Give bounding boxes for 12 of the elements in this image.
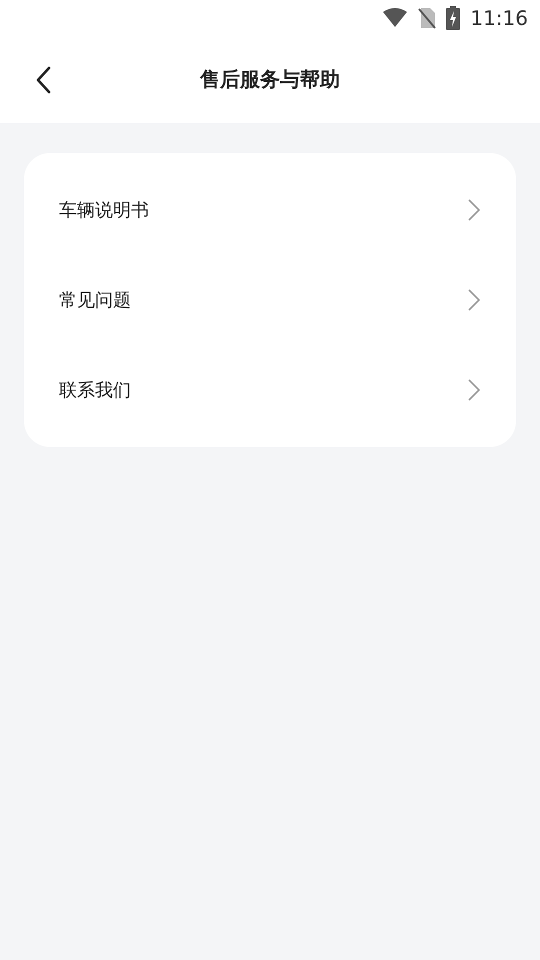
- chevron-right-icon: [468, 379, 480, 401]
- wifi-icon: [382, 8, 408, 28]
- chevron-right-icon: [468, 199, 480, 221]
- status-time: 11:16: [470, 6, 528, 30]
- menu-item[interactable]: 联系我们: [24, 345, 516, 435]
- back-icon[interactable]: [35, 66, 51, 94]
- chevron-right-icon: [468, 289, 480, 311]
- page-title: 售后服务与帮助: [200, 66, 340, 93]
- no-sim-icon: [418, 7, 436, 29]
- menu-item[interactable]: 常见问题: [24, 255, 516, 345]
- menu-item[interactable]: 车辆说明书: [24, 165, 516, 255]
- battery-charging-icon: [446, 6, 460, 30]
